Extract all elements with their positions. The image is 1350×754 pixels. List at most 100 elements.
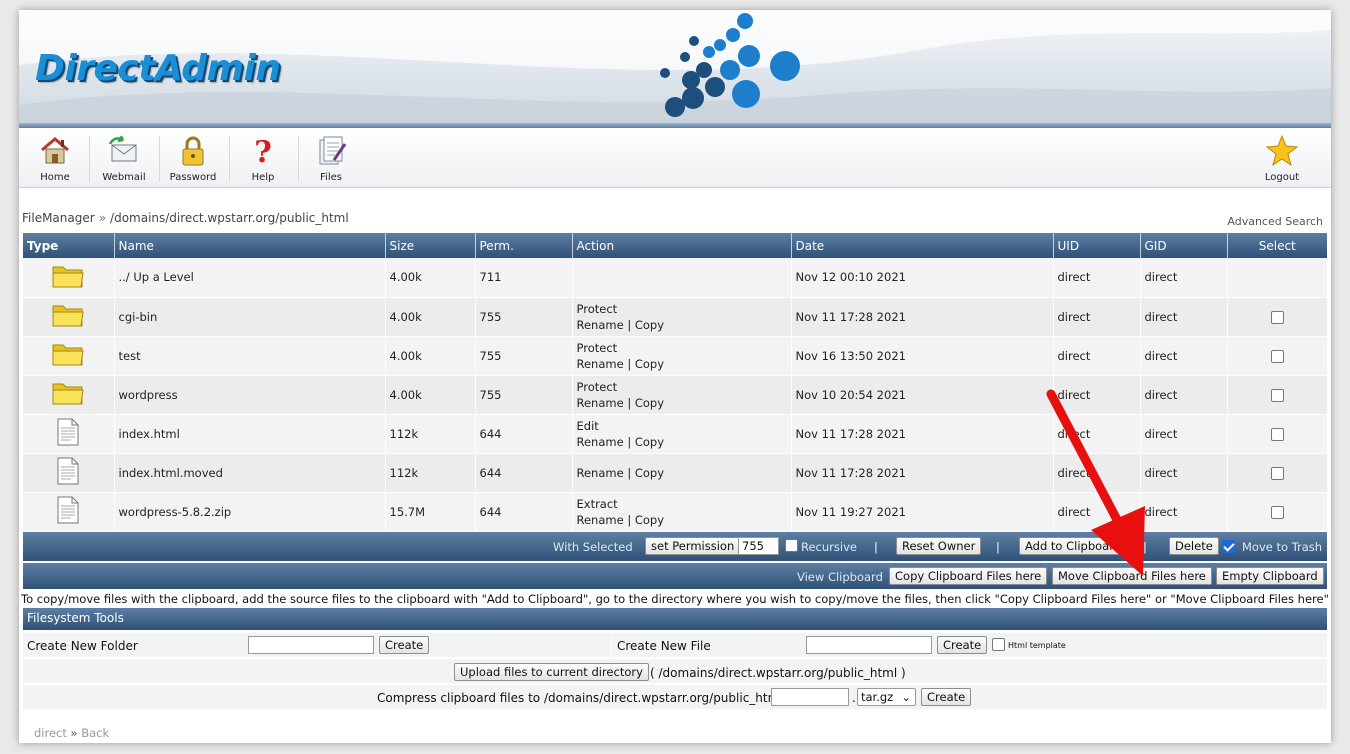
action-primary-link[interactable]: Extract (577, 496, 787, 512)
perm-cell[interactable]: 711 (475, 258, 573, 298)
copy-link[interactable]: Copy (635, 435, 664, 449)
gid-cell: direct (1140, 414, 1228, 454)
advanced-search-link[interactable]: Advanced Search (1227, 215, 1323, 228)
footer-back-link[interactable]: Back (81, 726, 109, 740)
view-clipboard-link[interactable]: View Clipboard (797, 570, 883, 584)
toolbar-logout[interactable]: Logout (1247, 132, 1317, 186)
perm-cell[interactable]: 755 (475, 336, 573, 376)
action-cell: Protect Rename | Copy (572, 375, 792, 415)
perm-cell[interactable]: 755 (475, 297, 573, 337)
perm-cell[interactable]: 644 (475, 414, 573, 454)
move-clipboard-files-button[interactable]: Move Clipboard Files here (1052, 567, 1212, 585)
col-header-uid[interactable]: UID (1053, 233, 1141, 258)
create-file-button[interactable]: Create (937, 636, 988, 654)
lock-icon (182, 136, 204, 166)
rename-link[interactable]: Rename (577, 396, 624, 410)
new-folder-input[interactable] (248, 636, 374, 654)
name-cell[interactable]: index.html (114, 414, 386, 454)
create-folder-button[interactable]: Create (379, 636, 430, 654)
name-cell[interactable]: ../ Up a Level (114, 258, 386, 298)
type-cell (23, 492, 115, 532)
breadcrumb-path[interactable]: /domains/direct.wpstarr.org/public_html (110, 211, 349, 225)
perm-cell[interactable]: 644 (475, 492, 573, 532)
copy-link[interactable]: Copy (635, 513, 664, 527)
size-cell: 112k (385, 414, 476, 454)
compress-format-select[interactable]: tar.gz ⌄ (857, 688, 916, 706)
col-header-size[interactable]: Size (385, 233, 476, 258)
toolbar-files[interactable]: Files (296, 132, 366, 186)
type-cell (23, 414, 115, 454)
clipboard-bar: View Clipboard Copy Clipboard Files here… (23, 563, 1327, 589)
compress-filename-input[interactable] (771, 688, 849, 706)
toolbar-password[interactable]: Password (158, 132, 228, 186)
col-header-select[interactable]: Select (1227, 233, 1327, 258)
select-cell (1227, 297, 1328, 337)
compress-create-button[interactable]: Create (921, 688, 972, 706)
delete-button[interactable]: Delete (1169, 537, 1219, 555)
action-cell (572, 258, 792, 298)
name-cell[interactable]: wordpress-5.8.2.zip (114, 492, 386, 532)
add-to-clipboard-button[interactable]: Add to Clipboard (1019, 537, 1128, 555)
recursive-checkbox[interactable] (785, 539, 798, 552)
directadmin-window: DirectAdmin Home Webmail Password ? Help… (19, 10, 1331, 743)
row-select-checkbox[interactable] (1270, 349, 1284, 363)
table-row: ../ Up a Level 4.00k 711 Nov 12 00:10 2021 d… (23, 258, 1328, 298)
breadcrumb-filemanager[interactable]: FileManager (22, 211, 95, 225)
col-header-name[interactable]: Name (114, 233, 386, 258)
action-primary-link[interactable]: Protect (577, 340, 787, 356)
toolbar-home[interactable]: Home (20, 132, 90, 186)
divider: | (1143, 540, 1147, 554)
upload-files-button[interactable]: Upload files to current directory (454, 663, 649, 681)
move-to-trash-checkbox[interactable] (1222, 540, 1235, 553)
copy-clipboard-files-button[interactable]: Copy Clipboard Files here (889, 567, 1048, 585)
copy-link[interactable]: Copy (635, 357, 664, 371)
rename-link[interactable]: Rename (577, 357, 624, 371)
name-cell[interactable]: cgi-bin (114, 297, 386, 337)
empty-clipboard-button[interactable]: Empty Clipboard (1216, 567, 1324, 585)
type-cell (23, 258, 115, 298)
rename-link[interactable]: Rename (577, 513, 624, 527)
col-header-gid[interactable]: GID (1140, 233, 1228, 258)
toolbar-webmail[interactable]: Webmail (89, 132, 159, 186)
copy-link[interactable]: Copy (635, 318, 664, 332)
new-file-input[interactable] (806, 636, 932, 654)
col-header-date[interactable]: Date (791, 233, 1054, 258)
copy-link[interactable]: Copy (635, 466, 664, 480)
row-select-checkbox[interactable] (1270, 310, 1284, 324)
col-header-type[interactable]: Type (23, 233, 115, 258)
type-cell (23, 297, 115, 337)
row-select-checkbox[interactable] (1270, 505, 1284, 519)
select-cell (1227, 375, 1328, 415)
name-cell[interactable]: wordpress (114, 375, 386, 415)
permission-input[interactable]: 755 (738, 537, 779, 555)
perm-cell[interactable]: 755 (475, 375, 573, 415)
folder-icon (52, 344, 84, 366)
action-primary-link[interactable]: Protect (577, 379, 787, 395)
set-permission-button[interactable]: set Permission (645, 537, 741, 555)
uid-cell: direct (1053, 375, 1141, 415)
rename-link[interactable]: Rename (577, 435, 624, 449)
date-cell: Nov 11 17:28 2021 (791, 453, 1054, 493)
name-cell[interactable]: index.html.moved (114, 453, 386, 493)
rename-link[interactable]: Rename (577, 318, 624, 332)
select-cell (1227, 492, 1328, 532)
action-divider: | (627, 512, 632, 527)
reset-owner-button[interactable]: Reset Owner (896, 537, 982, 555)
row-select-checkbox[interactable] (1270, 466, 1284, 480)
folder-icon (52, 266, 84, 288)
copy-link[interactable]: Copy (635, 396, 664, 410)
toolbar-help[interactable]: ? Help (228, 132, 298, 186)
name-cell[interactable]: test (114, 336, 386, 376)
date-cell: Nov 12 00:10 2021 (791, 258, 1054, 298)
row-select-checkbox[interactable] (1270, 427, 1284, 441)
uid-cell: direct (1053, 258, 1141, 298)
row-select-checkbox[interactable] (1270, 388, 1284, 402)
action-primary-link[interactable]: Protect (577, 301, 787, 317)
html-template-checkbox[interactable] (992, 638, 1005, 651)
footer-user-link[interactable]: direct (34, 726, 67, 740)
col-header-perm[interactable]: Perm. (475, 233, 573, 258)
table-row: cgi-bin 4.00k 755 Protect Rename | Copy Nov 1… (23, 297, 1328, 337)
action-primary-link[interactable]: Edit (577, 418, 787, 434)
rename-link[interactable]: Rename (577, 466, 624, 480)
perm-cell[interactable]: 644 (475, 453, 573, 493)
